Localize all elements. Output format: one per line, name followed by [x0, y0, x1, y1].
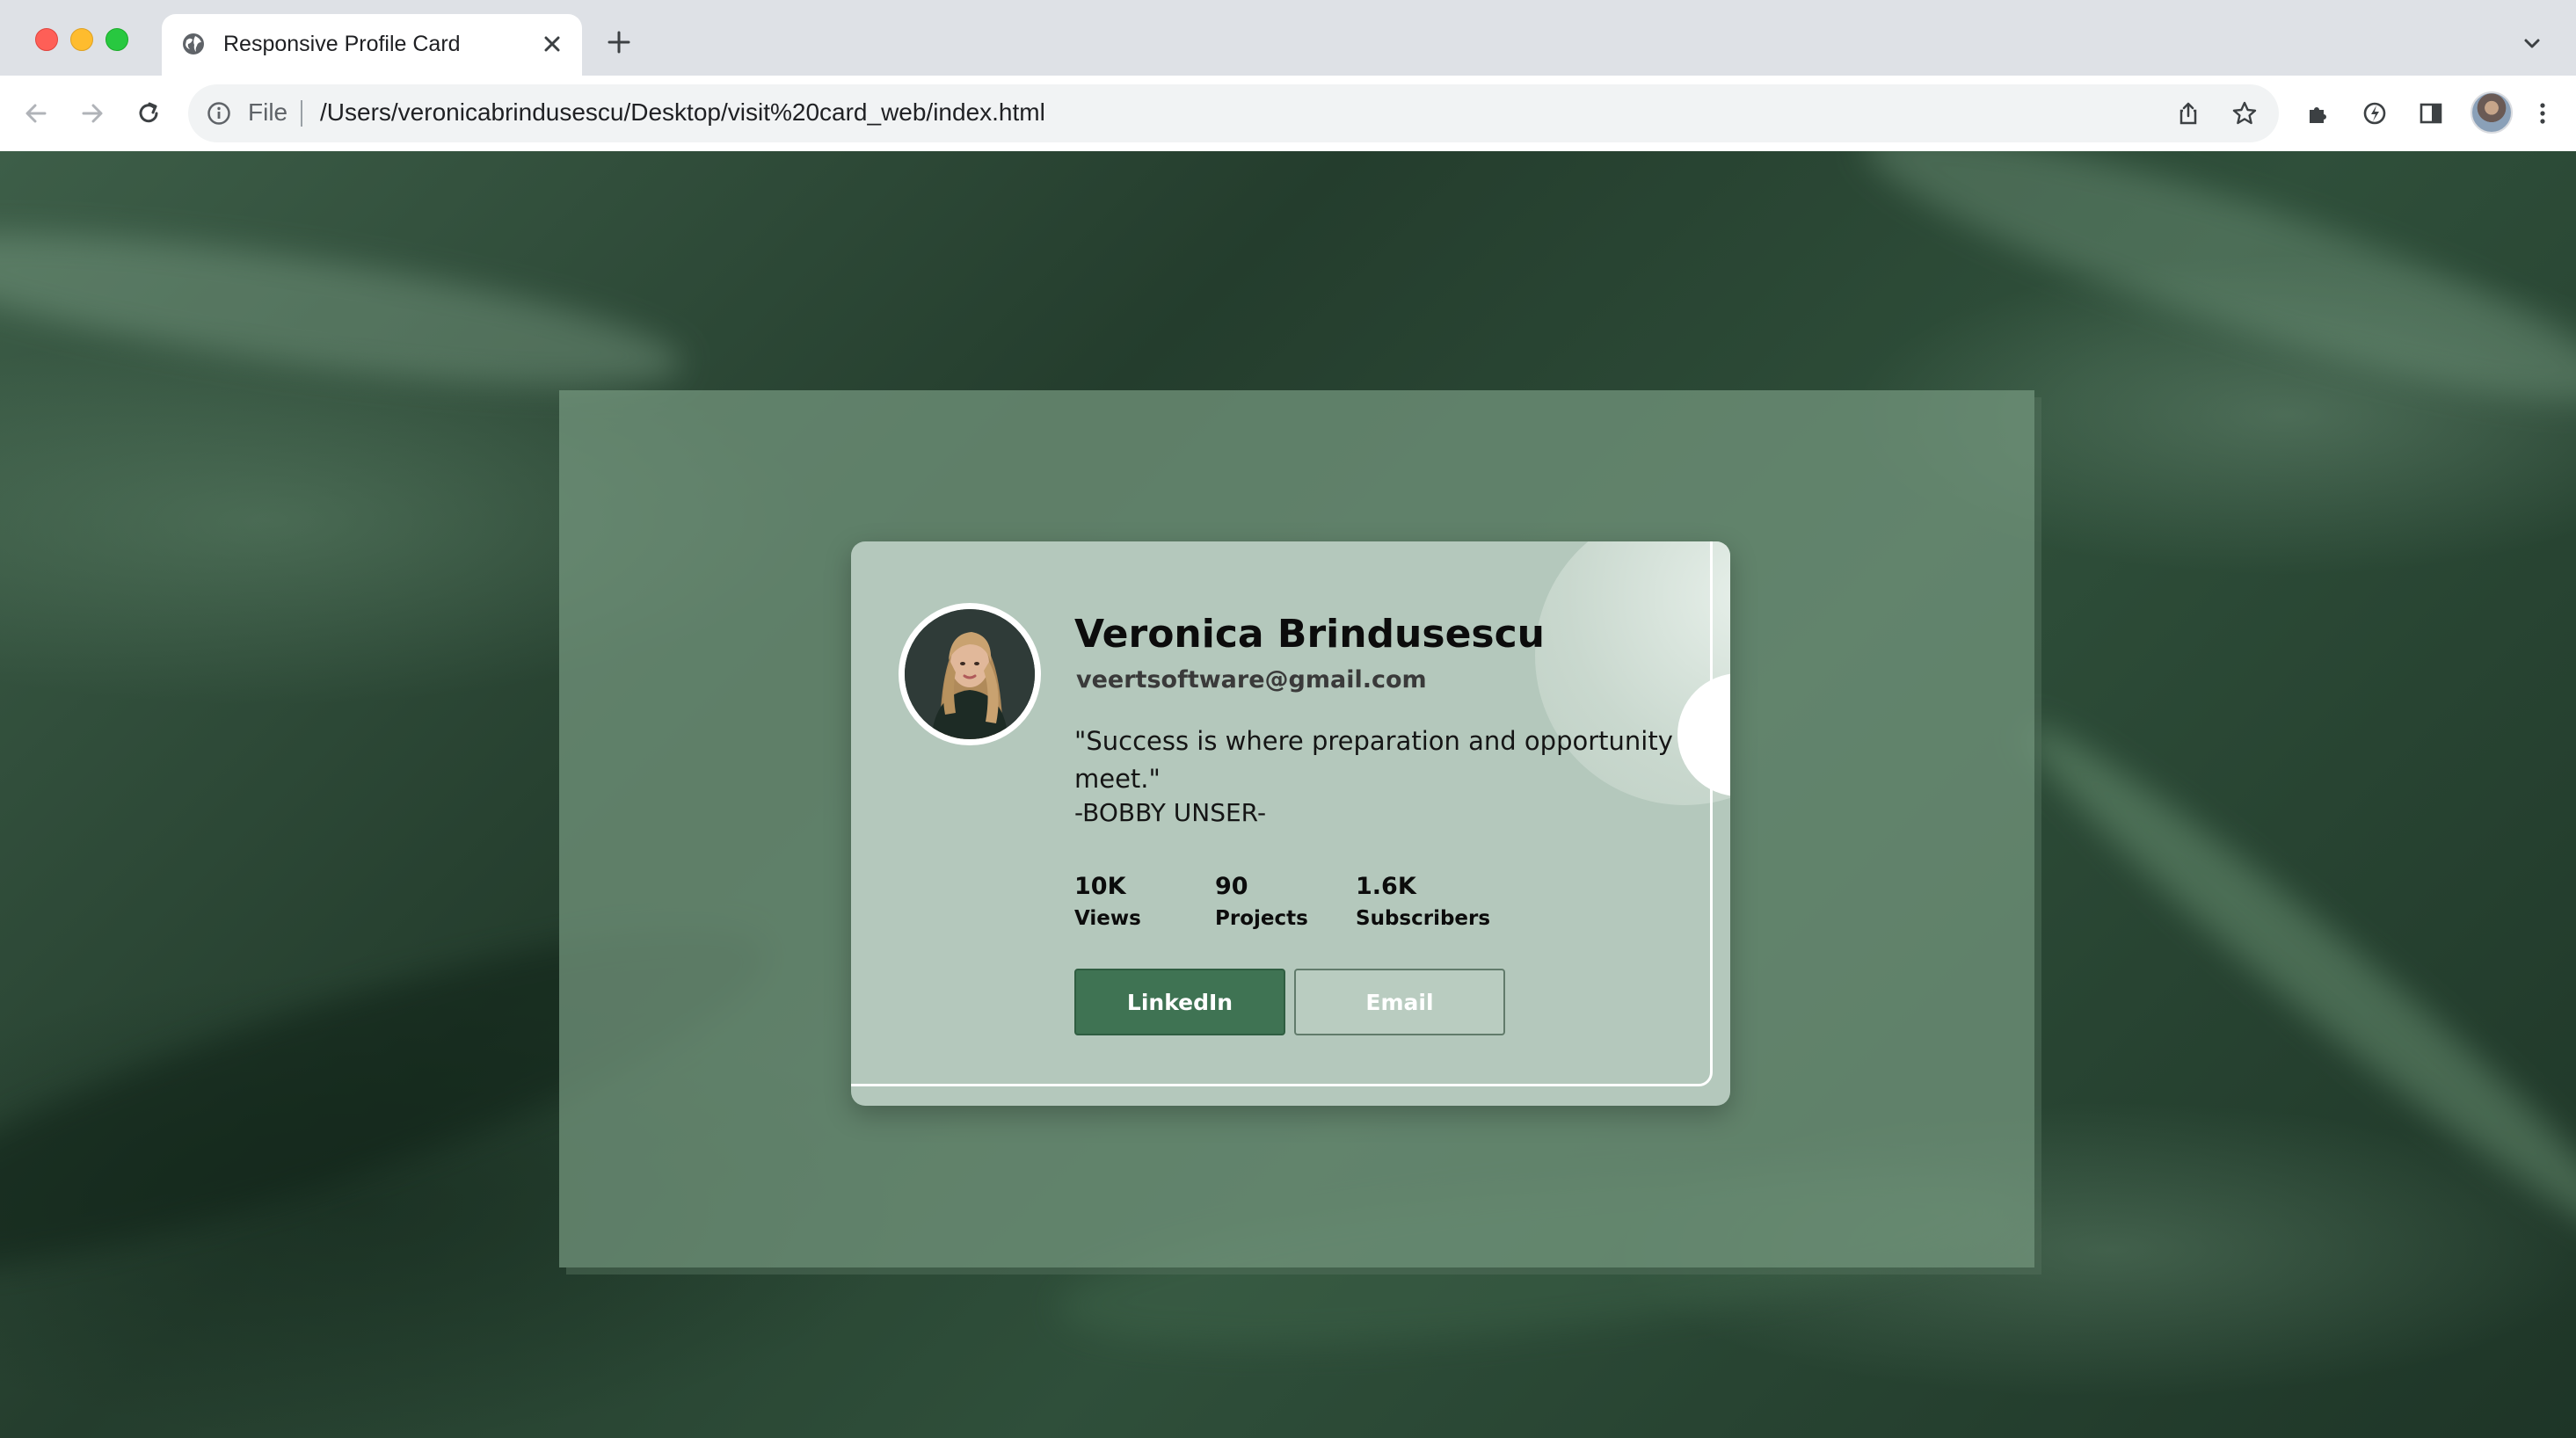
stat-label: Subscribers [1356, 907, 1491, 930]
star-icon[interactable] [2230, 98, 2259, 128]
page-viewport: Veronica Brindusescu veertsoftware@gmail… [0, 151, 2576, 1438]
tab-strip: Responsive Profile Card [0, 0, 2576, 76]
email-button[interactable]: Email [1294, 969, 1505, 1035]
tab-responsive-profile-card[interactable]: Responsive Profile Card [162, 14, 582, 76]
performance-icon[interactable] [2354, 93, 2395, 134]
arrow-left-icon[interactable] [16, 93, 56, 134]
plus-icon[interactable] [603, 26, 635, 58]
minimize-window-button[interactable] [70, 28, 93, 51]
chevron-down-icon[interactable] [2518, 30, 2546, 58]
puzzle-icon[interactable] [2298, 93, 2339, 134]
stat-projects: 90 Projects [1215, 872, 1308, 935]
stat-label: Views [1074, 907, 1141, 930]
url-text[interactable]: /Users/veronicabrindusescu/Desktop/visit… [320, 98, 1045, 127]
reload-icon[interactable] [128, 93, 169, 134]
close-icon[interactable] [538, 30, 566, 58]
profile-name: Veronica Brindusescu [1074, 612, 1546, 657]
tab-title: Responsive Profile Card [223, 32, 461, 56]
globe-icon [181, 32, 206, 56]
address-bar[interactable]: File /Users/veronicabrindusescu/Desktop/… [188, 84, 2279, 142]
stat-views: 10K Views [1074, 872, 1141, 935]
profile-avatar-button[interactable] [2470, 91, 2513, 134]
profile-quote: "Success is where preparation and opport… [1074, 726, 1673, 794]
info-icon[interactable] [206, 100, 232, 127]
profile-email: veertsoftware@gmail.com [1076, 666, 1427, 694]
stat-subscribers: 1.6K Subscribers [1356, 872, 1490, 935]
background-blade [0, 201, 689, 418]
side-panel-icon[interactable] [2411, 93, 2451, 134]
browser-window: Responsive Profile Card File /Users/vero… [0, 0, 2576, 1438]
zoom-window-button[interactable] [106, 28, 128, 51]
kebab-menu-icon[interactable] [2525, 93, 2560, 134]
stat-value: 10K [1074, 873, 1126, 900]
share-icon[interactable] [2173, 98, 2203, 128]
arrow-right-icon[interactable] [72, 93, 113, 134]
profile-card: Veronica Brindusescu veertsoftware@gmail… [851, 541, 1730, 1106]
stat-value: 1.6K [1356, 873, 1416, 900]
stat-value: 90 [1215, 873, 1248, 900]
browser-toolbar: File /Users/veronicabrindusescu/Desktop/… [0, 76, 2576, 152]
url-scheme: File [248, 98, 288, 126]
avatar [899, 603, 1041, 745]
background-blade [2001, 697, 2576, 1267]
stat-label: Projects [1215, 907, 1308, 930]
quote-author: -BOBBY UNSER- [1074, 798, 1267, 827]
close-window-button[interactable] [35, 28, 58, 51]
linkedin-button[interactable]: LinkedIn [1074, 969, 1285, 1035]
url-divider [301, 100, 302, 127]
